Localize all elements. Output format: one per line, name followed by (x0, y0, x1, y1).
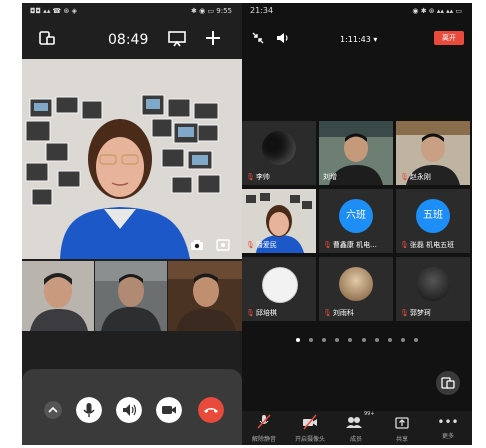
status-icons-right: ✱ ◉ ▭ 9:55 (191, 7, 232, 15)
camera-off-icon (303, 414, 317, 430)
participant-name: 🎙曹鑫康 机电... (323, 241, 377, 249)
toolbar-label: 开启摄像头 (294, 436, 325, 443)
participant-tile[interactable]: 🎙邱培棋 (242, 257, 316, 321)
participant-name: 🎙张磊 机电五班 (400, 241, 455, 249)
toolbar-label: 解除静音 (251, 436, 276, 443)
main-video-frame (22, 59, 242, 259)
chevron-up-icon[interactable] (44, 401, 62, 419)
participant-tile[interactable]: 🎙赵永刚 (396, 121, 470, 185)
page-dot (374, 338, 379, 342)
participant-tile[interactable]: 🎙潘爱民 (242, 189, 316, 253)
speaker-icon[interactable] (276, 32, 290, 44)
bottom-toolbar: 解除静音 开启摄像头 99+ 成员 共享 ••• 更多 (242, 411, 472, 445)
mic-muted-icon (257, 414, 271, 429)
avatar (262, 131, 296, 165)
screen-cast-icon[interactable] (168, 29, 186, 47)
main-video[interactable] (22, 59, 242, 259)
status-icons-left: ◘◘ ▴▴ ☎ ⊛ ◈ (30, 7, 77, 15)
participant-tile[interactable] (168, 261, 242, 331)
page-indicator[interactable] (242, 327, 472, 346)
camera-switch-icon[interactable] (190, 239, 204, 251)
page-dot (361, 338, 366, 342)
share-button[interactable]: 共享 (380, 413, 424, 443)
participant-name: 🎙邱培棋 (246, 309, 277, 317)
meeting-header: 08:49 (22, 19, 242, 61)
participant-tile[interactable] (95, 261, 167, 331)
participant-tile[interactable]: 五班 🎙张磊 机电五班 (396, 189, 470, 253)
page-dot (309, 338, 314, 342)
status-bar: 21:34 ◉ ✱ ⊛ ▴▴ ▴▴ ▭ (242, 3, 472, 19)
participant-name: 🎙赵永刚 (400, 173, 431, 181)
meeting-duration[interactable]: 1:11:43 ▾ (340, 35, 377, 44)
participant-video (95, 261, 167, 331)
dropdown-caret-icon: ▾ (373, 35, 378, 44)
participant-tile[interactable] (22, 261, 94, 331)
left-phone-screen: ◘◘ ▴▴ ☎ ⊛ ◈ ✱ ◉ ▭ 9:55 08:49 (22, 3, 242, 445)
avatar (416, 267, 450, 301)
page-dot (348, 338, 353, 342)
status-icons: ◉ ✱ ⊛ ▴▴ ▴▴ ▭ (412, 7, 462, 15)
participant-tile[interactable]: 六班 🎙曹鑫康 机电... (319, 189, 393, 253)
unmute-button[interactable]: 解除静音 (242, 413, 286, 443)
page-dot (400, 338, 405, 342)
share-icon (395, 417, 409, 429)
status-time: 21:34 (250, 6, 274, 15)
toolbar-label: 更多 (441, 433, 454, 440)
toolbar-label: 成员 (349, 436, 362, 443)
leave-button[interactable]: 离开 (434, 31, 464, 45)
duration-text: 1:11:43 (340, 35, 371, 44)
switch-view-icon[interactable] (436, 371, 460, 395)
clock-time: 08:49 (108, 32, 149, 48)
participant-name: 🎙李帅 (246, 173, 270, 181)
participant-tile[interactable]: 🎙郭梦珂 (396, 257, 470, 321)
more-button[interactable]: ••• 更多 (426, 413, 470, 440)
avatar (262, 267, 298, 303)
meeting-header: 1:11:43 ▾ 离开 (242, 19, 472, 57)
participant-tile[interactable]: 🎙李帅 (242, 121, 316, 185)
speaker-icon[interactable] (116, 397, 142, 423)
participant-name: 刘增 (323, 173, 337, 181)
participant-video (168, 261, 242, 331)
avatar (339, 267, 373, 301)
page-dot (335, 338, 340, 342)
page-dot (413, 338, 418, 342)
add-icon[interactable] (204, 29, 222, 47)
video-camera-icon[interactable] (156, 397, 182, 423)
participant-tile[interactable]: 🎙刘雨科 (319, 257, 393, 321)
call-control-bar (22, 369, 242, 445)
participant-video (22, 261, 94, 331)
toolbar-label: 共享 (395, 436, 408, 443)
more-icon: ••• (437, 415, 459, 429)
screenshot-icon[interactable] (216, 239, 230, 251)
switch-screen-icon[interactable] (38, 29, 56, 47)
avatar: 五班 (416, 199, 450, 233)
participant-name: 🎙刘雨科 (323, 309, 354, 317)
members-badge: 99+ (364, 411, 375, 417)
participant-tiles (22, 261, 242, 331)
avatar: 六班 (339, 199, 373, 233)
members-button[interactable]: 99+ 成员 (334, 411, 378, 443)
participant-name: 🎙潘爱民 (246, 241, 277, 249)
participant-tile[interactable]: 刘增 (319, 121, 393, 185)
mic-icon[interactable] (76, 397, 102, 423)
status-bar: ◘◘ ▴▴ ☎ ⊛ ◈ ✱ ◉ ▭ 9:55 (22, 3, 242, 19)
start-camera-button[interactable]: 开启摄像头 (288, 413, 332, 443)
minimize-icon[interactable] (252, 32, 264, 44)
right-phone-screen: 21:34 ◉ ✱ ⊛ ▴▴ ▴▴ ▭ 1:11:43 ▾ 离开 🎙李帅 刘增 … (242, 3, 472, 445)
hang-up-icon[interactable] (198, 397, 224, 423)
page-dot (322, 338, 327, 342)
page-dot (296, 338, 301, 342)
participant-name: 🎙郭梦珂 (400, 309, 431, 317)
page-dot (387, 338, 392, 342)
